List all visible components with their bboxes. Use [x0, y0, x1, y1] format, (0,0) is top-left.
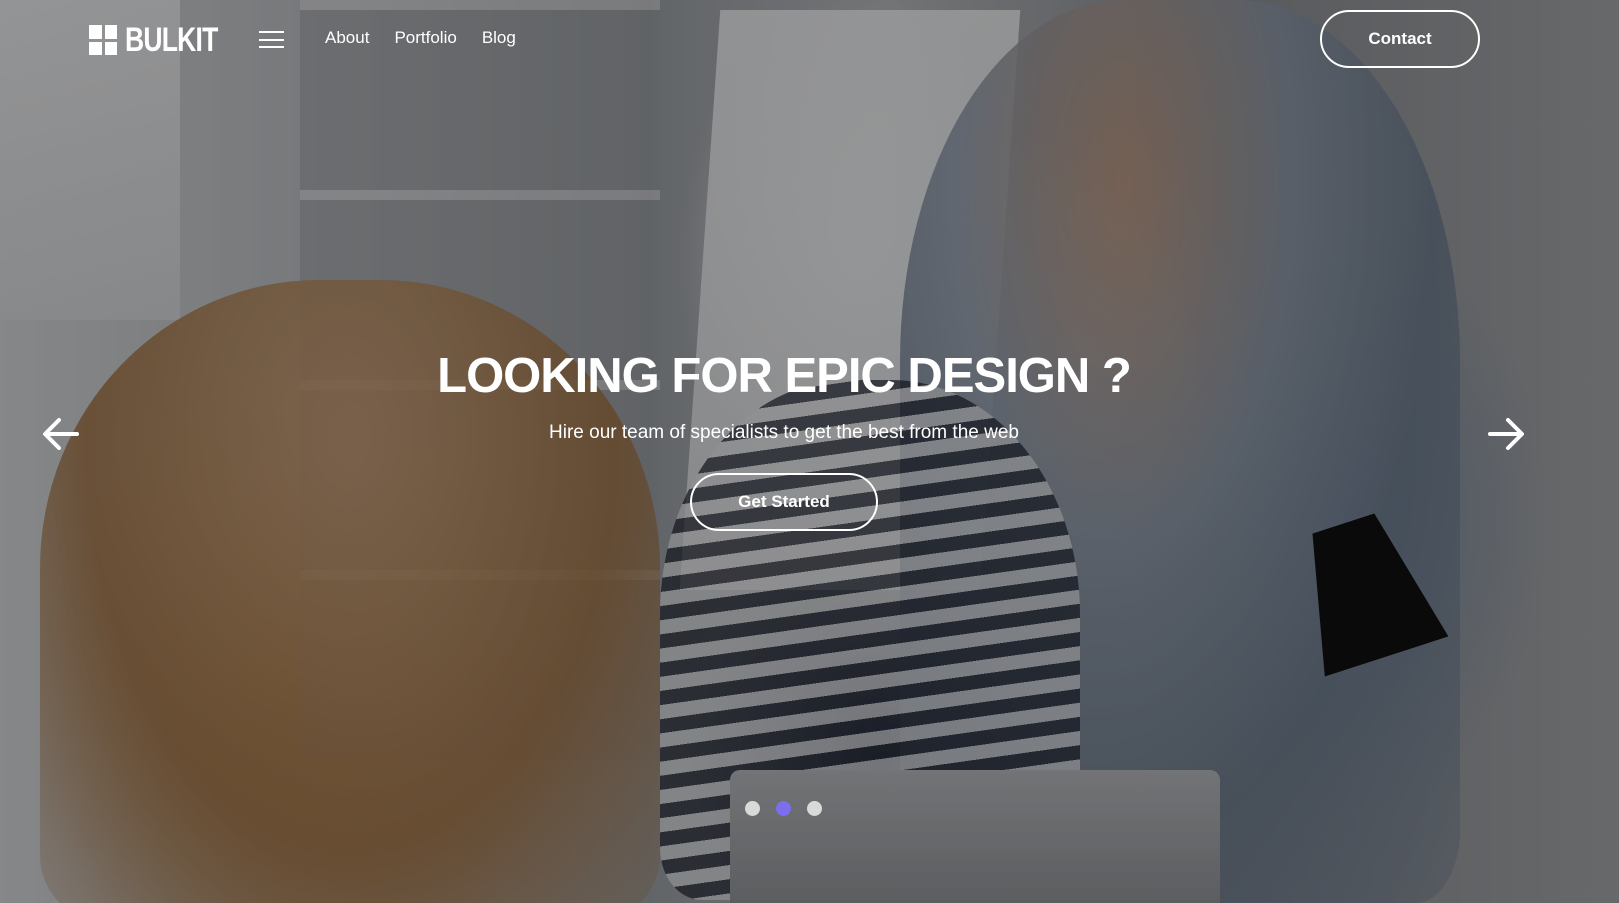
brand-logo[interactable]: BULKIT	[89, 22, 244, 58]
get-started-button[interactable]: Get Started	[690, 473, 878, 531]
hero-section: BULKIT About Portfolio Blog Contact LOOK…	[0, 0, 1619, 903]
nav-links: About Portfolio Blog	[325, 28, 516, 48]
arrow-left-icon	[43, 418, 79, 450]
carousel-dot-3[interactable]	[807, 801, 822, 816]
arrow-right-icon	[1488, 418, 1524, 450]
hero-subheadline: Hire our team of specialists to get the …	[549, 422, 1019, 443]
nav-link-portfolio[interactable]: Portfolio	[394, 28, 456, 48]
carousel-dot-2[interactable]	[776, 801, 791, 816]
brand-name: BULKIT	[125, 21, 218, 59]
nav-link-blog[interactable]: Blog	[482, 28, 516, 48]
carousel-dot-1[interactable]	[745, 801, 760, 816]
hamburger-menu-icon[interactable]	[259, 31, 284, 48]
carousel-prev-button[interactable]	[39, 412, 83, 456]
grid-logo-icon	[89, 25, 117, 55]
nav-link-about[interactable]: About	[325, 28, 369, 48]
hero-dark-overlay	[0, 0, 1619, 903]
carousel-next-button[interactable]	[1484, 412, 1528, 456]
hero-headline: LOOKING FOR EPIC DESIGN ?	[437, 349, 1132, 403]
contact-button[interactable]: Contact	[1320, 10, 1480, 68]
carousel-indicators	[745, 801, 822, 816]
top-navbar: BULKIT About Portfolio Blog Contact	[0, 0, 1619, 80]
